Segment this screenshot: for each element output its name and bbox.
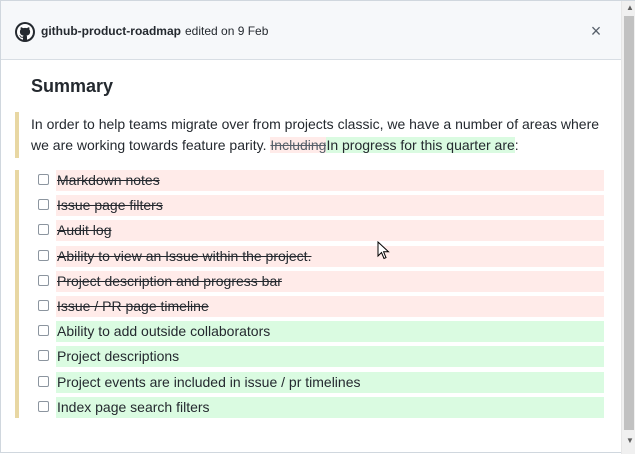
change-marker-bar bbox=[15, 170, 19, 418]
summary-paragraph: In order to help teams migrate over from… bbox=[31, 114, 601, 156]
github-mark-icon-svg bbox=[17, 24, 33, 40]
change-marker-bar bbox=[15, 112, 19, 158]
task-label: Ability to view an Issue within the proj… bbox=[57, 247, 312, 264]
task-label: Ability to add outside collaborators bbox=[57, 323, 271, 340]
task-item: Project events are included in issue / p… bbox=[31, 371, 606, 393]
task-item: Issue / PR page timeline bbox=[31, 295, 606, 317]
diff-highlight bbox=[56, 220, 604, 242]
task-item: Project descriptions bbox=[31, 346, 606, 368]
author-name[interactable]: github-product-roadmap bbox=[41, 24, 181, 38]
mouse-cursor-icon bbox=[377, 241, 390, 260]
task-item: Audit log bbox=[31, 220, 606, 242]
scroll-up-arrow-icon[interactable]: ▲ bbox=[626, 4, 634, 12]
task-checkbox[interactable] bbox=[38, 350, 49, 362]
task-label: Index page search filters bbox=[57, 398, 210, 415]
task-item: Issue page filters bbox=[31, 195, 606, 217]
task-checkbox[interactable] bbox=[38, 375, 49, 387]
task-item: Ability to add outside collaborators bbox=[31, 321, 606, 343]
inserted-text: In progress for this quarter are bbox=[326, 137, 515, 153]
task-checkbox[interactable] bbox=[38, 249, 49, 261]
task-checkbox[interactable] bbox=[38, 325, 49, 337]
task-label: Audit log bbox=[57, 222, 112, 239]
task-item: Index page search filters bbox=[31, 396, 606, 418]
task-item: Markdown notes bbox=[31, 170, 606, 191]
dialog-header: github-product-roadmap edited on 9 Feb × bbox=[1, 1, 621, 60]
task-label: Issue page filters bbox=[57, 197, 163, 214]
deleted-text: Including bbox=[270, 137, 327, 153]
dialog-body: Summary In order to help teams migrate o… bbox=[1, 60, 621, 454]
task-item: Ability to view an Issue within the proj… bbox=[31, 245, 606, 267]
task-label: Project descriptions bbox=[57, 348, 180, 365]
page-title: Summary bbox=[31, 76, 114, 96]
paragraph-tail: : bbox=[514, 137, 519, 153]
task-checkbox[interactable] bbox=[38, 224, 49, 236]
edit-history-dialog: github-product-roadmap edited on 9 Feb × … bbox=[0, 0, 635, 454]
task-checkbox[interactable] bbox=[38, 199, 49, 211]
scroll-down-arrow-icon[interactable]: ▼ bbox=[626, 437, 634, 445]
task-label: Issue / PR page timeline bbox=[57, 297, 209, 314]
task-label: Project description and progress bar bbox=[57, 272, 282, 289]
task-checkbox[interactable] bbox=[38, 400, 49, 412]
task-label: Project events are included in issue / p… bbox=[57, 373, 361, 390]
edit-meta: edited on 9 Feb bbox=[184, 24, 269, 38]
task-checkbox[interactable] bbox=[38, 299, 49, 311]
header-title: github-product-roadmap edited on 9 Feb bbox=[41, 24, 268, 38]
task-list: Markdown notes Issue page filters Audit lo… bbox=[31, 170, 606, 422]
task-checkbox[interactable] bbox=[38, 274, 49, 286]
task-checkbox[interactable] bbox=[38, 174, 49, 185]
close-icon[interactable]: × bbox=[588, 22, 604, 40]
task-item: Project description and progress bar bbox=[31, 270, 606, 292]
scrollbar[interactable]: ▲ ▼ bbox=[621, 1, 635, 454]
scrollbar-thumb[interactable] bbox=[624, 16, 634, 430]
github-mark-icon bbox=[15, 22, 35, 42]
task-label: Markdown notes bbox=[57, 172, 160, 188]
